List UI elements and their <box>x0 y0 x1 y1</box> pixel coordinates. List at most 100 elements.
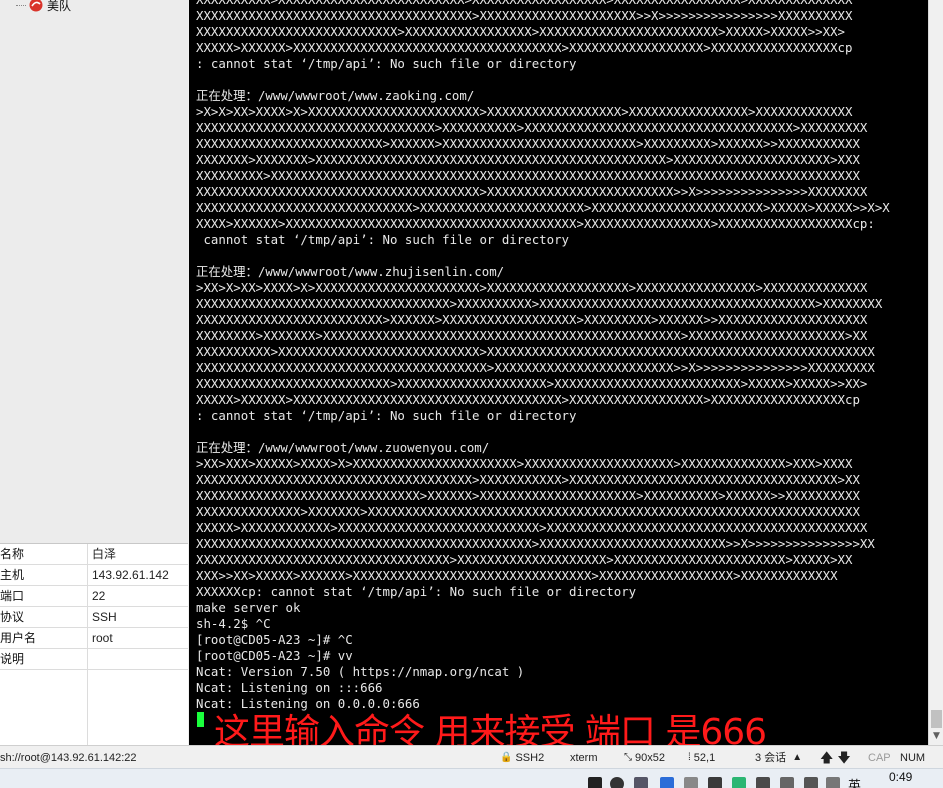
prop-value[interactable] <box>88 649 188 669</box>
status-caps: CAP <box>868 751 891 764</box>
terminal-line: XXXXXXXXXX>XXXXXXXXXXXXXXXXXXXXXXXXXXX>X… <box>196 344 875 359</box>
prop-column-divider <box>87 670 88 746</box>
status-bar: sh://root@143.92.61.142:22 🔒 SSH2 xterm … <box>0 745 943 768</box>
prop-value[interactable]: 143.92.61.142 <box>88 565 188 585</box>
terminal-line: XXXXXXXXXXXXXXXXXXXXXXXXX>XXXXXX>XXXXXXX… <box>196 136 860 151</box>
chevron-up-icon: ▲ <box>792 751 803 763</box>
prop-key: 协议 <box>0 607 88 627</box>
terminal-line: Ncat: Version 7.50 ( https://nmap.org/nc… <box>196 664 525 679</box>
app-icon[interactable] <box>634 777 648 788</box>
app-icon[interactable] <box>732 777 746 788</box>
app-icon[interactable] <box>684 777 698 788</box>
taskbar-clock[interactable]: 0:49 <box>889 770 912 784</box>
session-folder-icon <box>28 0 44 13</box>
app-icon[interactable] <box>610 777 624 788</box>
terminal-line: >X>X>XX>XXXX>X>XXXXXXXXXXXXXXXXXXXXXXX>X… <box>196 104 853 119</box>
terminal-line: XXXXXXXXXXXXXXXXXXXXXXXXXXXXXXXX>XXXXXXX… <box>196 120 868 135</box>
terminal-line: : cannot stat ‘/tmp/api’: No such file o… <box>196 56 577 71</box>
terminal-line: Ncat: Listening on :::666 <box>196 680 383 695</box>
prop-value[interactable]: 白泽 <box>88 544 188 564</box>
status-size: ⤡ 90x52 <box>624 746 665 769</box>
app-icon[interactable] <box>780 777 794 788</box>
prop-key: 端口 <box>0 586 88 606</box>
terminal-line: XXXX>XXXXXX>XXXXXXXXXXXXXXXXXXXXXXXXXXXX… <box>196 216 875 231</box>
scrollbar-thumb[interactable] <box>931 710 942 728</box>
terminal-line: sh-4.2$ ^C <box>196 616 271 631</box>
terminal-line: XXXXX>XXXXXX>XXXXXXXXXXXXXXXXXXXXXXXXXXX… <box>196 392 860 407</box>
prop-value[interactable]: root <box>88 628 188 648</box>
terminal-scrollbar[interactable]: ▼ <box>928 0 943 745</box>
session-panel: 美队 名称 白泽 主机 143.92.61.142 端口 22 协议 SSH 用… <box>0 0 188 746</box>
status-sessions-label: 3 会话 <box>755 751 787 764</box>
arrow-up-icon[interactable]: 🡅 <box>820 747 833 769</box>
terminal-line: XXXXXXXXXXXXXXXXXXXXXXXXXXX>XXXXXXXXXXXX… <box>196 24 846 39</box>
terminal-line: XXXXX>XXXXXXXXXXXX>XXXXXXXXXXXXXXXXXXXXX… <box>196 520 868 535</box>
speaker-icon[interactable] <box>826 777 840 788</box>
terminal-line: XXX>>XX>XXXXX>XXXXXX>XXXXXXXXXXXXXXXXXXX… <box>196 568 838 583</box>
status-protocol-label: SSH2 <box>515 751 545 764</box>
app-icon[interactable] <box>804 777 818 788</box>
app-icon[interactable] <box>588 777 602 788</box>
terminal-line: XXXXXXXXXXXXXXXXXXXXXXXXX>XXXXXX>XXXXXXX… <box>196 312 868 327</box>
cursor-position-icon: ⁞ <box>688 751 691 763</box>
terminal-line: XXXXXXXXXXXXXXXXXXXXXXXXXXXXXXXXXXXXXX>X… <box>196 184 868 199</box>
terminal-line: XXXXXXXXXXXXXXXXXXXXXXXXXXXXXXXXXXXXXXXX… <box>196 536 875 551</box>
status-connection: sh://root@143.92.61.142:22 <box>0 751 137 764</box>
terminal-line: [root@CD05-A23 ~]# ^C <box>196 632 353 647</box>
session-nav[interactable]: 🡅 🡇 <box>820 746 851 769</box>
status-position-label: 52,1 <box>693 751 716 764</box>
resize-icon: ⤡ <box>624 751 632 763</box>
tree-connector <box>16 4 26 6</box>
terminal-cursor <box>197 712 204 727</box>
lock-icon: 🔒 <box>500 751 513 763</box>
prop-row-protocol: 协议 SSH <box>0 607 188 628</box>
prop-row-username: 用户名 root <box>0 628 188 649</box>
system-taskbar: 英 0:49 <box>0 768 943 788</box>
session-properties: 名称 白泽 主机 143.92.61.142 端口 22 协议 SSH 用户名 … <box>0 543 188 746</box>
input-language[interactable]: 英 <box>848 775 861 788</box>
terminal-line: : cannot stat ‘/tmp/api’: No such file o… <box>196 408 577 423</box>
terminal-line: [root@CD05-A23 ~]# vv <box>196 648 353 663</box>
session-tree[interactable]: 美队 <box>0 0 188 543</box>
status-size-label: 90x52 <box>635 751 665 764</box>
status-protocol: 🔒 SSH2 <box>500 746 544 769</box>
terminal-line: >XX>XXX>XXXXX>XXXX>X>XXXXXXXXXXXXXXXXXXX… <box>196 456 853 471</box>
terminal-line: XXXXXXXXXXXXXXXXXXXXXXXXXXXXX>XXXXXXXXXX… <box>196 200 890 215</box>
terminal-line: XXXXXXXXXXXXXXXXXXXXXXXXXXXXXXXXXXXXX>XX… <box>196 8 853 23</box>
app-icon[interactable] <box>708 777 722 788</box>
terminal-output: XXXXXXXXXX>XXXXXXXXXXXXXXXXXXXXXXXXX>XXX… <box>196 0 921 712</box>
app-icon[interactable] <box>756 777 770 788</box>
terminal-line: XXXXXXX>XXXXXXX>XXXXXXXXXXXXXXXXXXXXXXXX… <box>196 152 860 167</box>
prop-key: 名称 <box>0 544 88 564</box>
tree-item-group[interactable]: 美队 <box>16 0 71 14</box>
prop-key: 用户名 <box>0 628 88 648</box>
terminal-line: XXXXXXXXXX>XXXXXXXXXXXXXXXXXXXXXXXXX>XXX… <box>196 0 921 8</box>
status-terminal-type: xterm <box>570 751 598 764</box>
prop-row-description: 说明 <box>0 649 188 670</box>
terminal-line: XXXXXXXXXXXXXXXXXXXXXXXXXX>XXXXXXXXXXXXX… <box>196 376 868 391</box>
terminal-line: cannot stat ‘/tmp/api’: No such file or … <box>196 232 569 247</box>
status-num: NUM <box>900 751 926 764</box>
terminal-line: XXXXXXXXX>XXXXXXXXXXXXXXXXXXXXXXXXXXXXXX… <box>196 168 860 183</box>
app-icon[interactable] <box>660 777 674 788</box>
terminal-line: 正在处理：/www/wwwroot/www.zaoking.com/ <box>196 88 475 103</box>
terminal-line: XXXXXXXXXXXXXXXXXXXXXXXXXXXXXXXXXXXXXXX>… <box>196 360 875 375</box>
prop-row-name: 名称 白泽 <box>0 544 188 565</box>
prop-row-port: 端口 22 <box>0 586 188 607</box>
terminal-line: XXXXXXXXXXXXXX>XXXXXXX>XXXXXXXXXXXXXXXXX… <box>196 504 860 519</box>
terminal-line: XXXXXXXXXXXXXXXXXXXXXXXXXXXXXXXXXX>XXXXX… <box>196 552 853 567</box>
scroll-down-arrow-icon[interactable]: ▼ <box>929 729 943 743</box>
terminal-screen[interactable]: XXXXXXXXXX>XXXXXXXXXXXXXXXXXXXXXXXXX>XXX… <box>189 0 928 745</box>
tree-item-label: 美队 <box>47 0 72 13</box>
status-position: ⁞ 52,1 <box>688 746 715 769</box>
terminal-line: XXXXXXcp: cannot stat ‘/tmp/api’: No suc… <box>196 584 637 599</box>
status-sessions[interactable]: 3 会话 ▲ <box>755 746 805 769</box>
prop-value[interactable]: 22 <box>88 586 188 606</box>
terminal-line: 正在处理：/www/wwwroot/www.zhujisenlin.com/ <box>196 264 505 279</box>
prop-value[interactable]: SSH <box>88 607 188 627</box>
arrow-down-icon[interactable]: 🡇 <box>837 747 850 769</box>
prop-key: 主机 <box>0 565 88 585</box>
terminal-line: XXXXXXXXXXXXXXXXXXXXXXXXXXXXXXXXXXXXX>XX… <box>196 472 860 487</box>
